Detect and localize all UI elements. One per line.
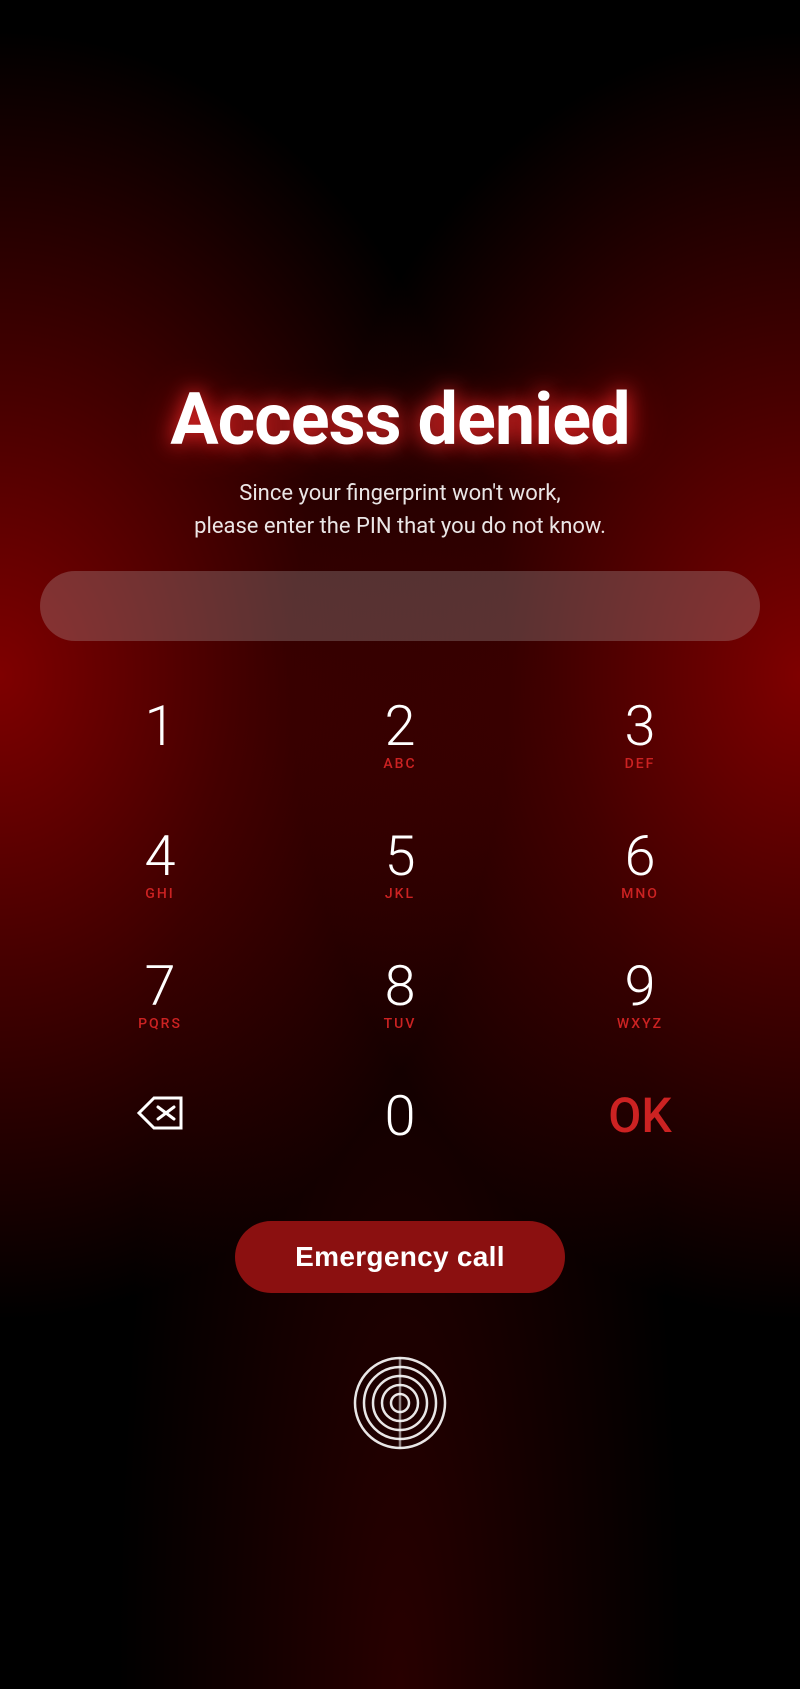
key-ok[interactable]: OK [520, 1061, 760, 1191]
key-0[interactable]: 0 [280, 1061, 520, 1191]
key-1[interactable]: 1 [40, 671, 280, 801]
key-backspace[interactable] [40, 1061, 280, 1191]
key-9[interactable]: 9 WXYZ [520, 931, 760, 1061]
access-denied-subtitle: Since your fingerprint won't work, pleas… [154, 477, 646, 543]
key-5[interactable]: 5 JKL [280, 801, 520, 931]
key-4[interactable]: 4 GHI [40, 801, 280, 931]
key-2[interactable]: 2 ABC [280, 671, 520, 801]
emergency-call-button[interactable]: Emergency call [235, 1221, 565, 1293]
keypad: 1 2 ABC 3 DEF 4 GHI 5 JKL 6 MNO 7 PQRS [40, 671, 760, 1191]
key-3[interactable]: 3 DEF [520, 671, 760, 801]
access-denied-title: Access denied [170, 380, 629, 459]
key-7[interactable]: 7 PQRS [40, 931, 280, 1061]
pin-input-bar[interactable] [40, 571, 760, 641]
fingerprint-icon[interactable] [350, 1353, 450, 1453]
main-content: Access denied Since your fingerprint won… [0, 0, 800, 1453]
key-8[interactable]: 8 TUV [280, 931, 520, 1061]
key-6[interactable]: 6 MNO [520, 801, 760, 931]
